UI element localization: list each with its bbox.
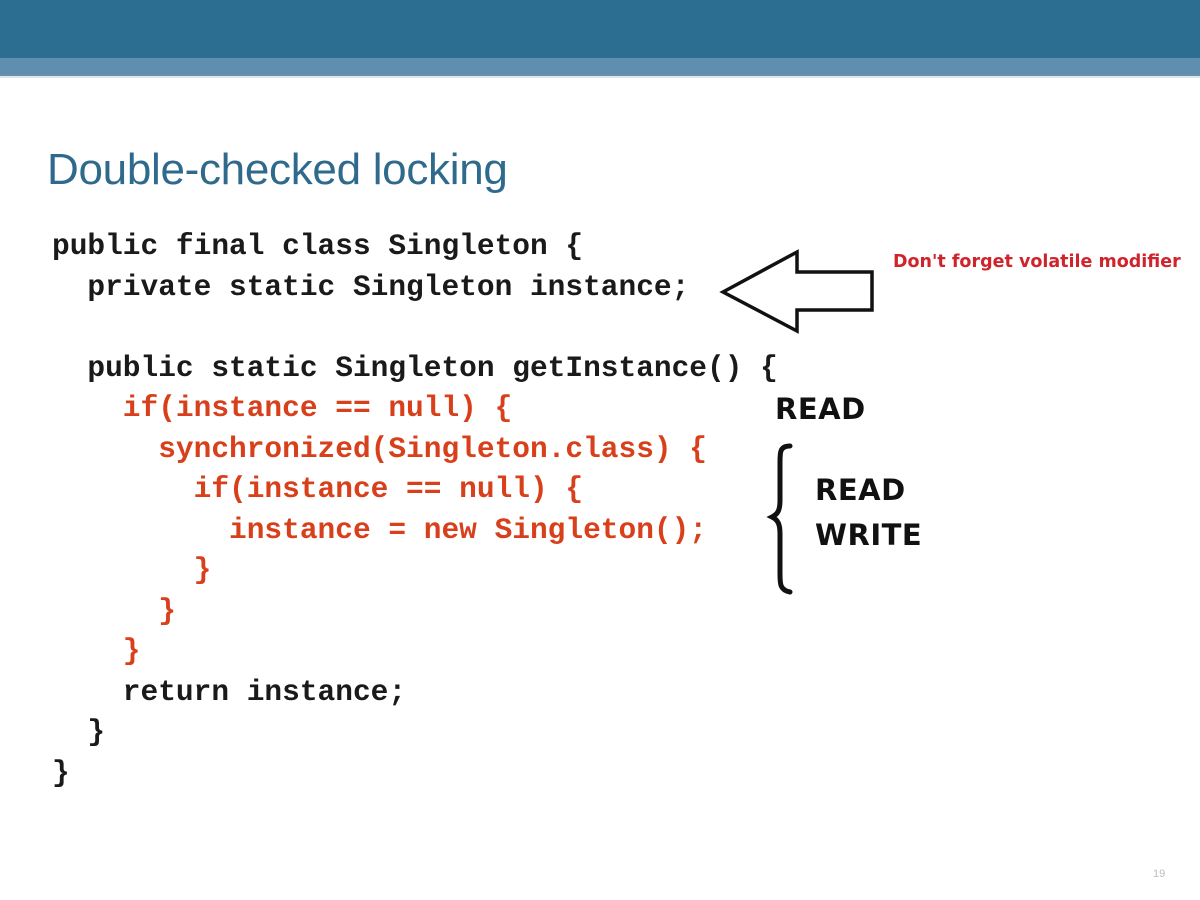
curly-brace-icon [766, 443, 793, 595]
code-line: return instance; [52, 674, 407, 709]
code-line: public final class Singleton { [52, 229, 584, 263]
code-line-highlighted: if(instance == null) { [52, 391, 513, 425]
code-line-highlighted: if(instance == null) { [52, 472, 584, 506]
header-divider-highlight [0, 76, 1200, 78]
header-band [0, 0, 1200, 58]
code-line: } [52, 715, 106, 749]
code-line: public static Singleton getInstance() { [52, 350, 778, 385]
code-line-highlighted: } [52, 553, 212, 587]
code-line: private static Singleton instance; [52, 269, 690, 304]
code-line-highlighted: } [52, 593, 176, 628]
left-arrow-outline [719, 249, 874, 334]
header-strip [0, 58, 1200, 74]
write-label-locked: WRITE [815, 518, 923, 552]
slide-title: Double-checked locking [47, 145, 508, 194]
read-label-locked: READ [815, 473, 906, 507]
read-label-first-check: READ [775, 392, 866, 426]
code-line-highlighted: } [52, 634, 141, 668]
curly-brace-path [766, 443, 793, 595]
page-number: 19 [1153, 868, 1166, 880]
volatile-annotation: Don't forget volatile modifier [893, 252, 1181, 272]
code-line: } [52, 755, 70, 790]
code-block: public final class Singleton { private s… [52, 226, 778, 793]
left-arrow-icon [719, 249, 874, 334]
code-line-highlighted: instance = new Singleton(); [52, 512, 708, 547]
code-line-highlighted: synchronized(Singleton.class) { [52, 431, 708, 466]
